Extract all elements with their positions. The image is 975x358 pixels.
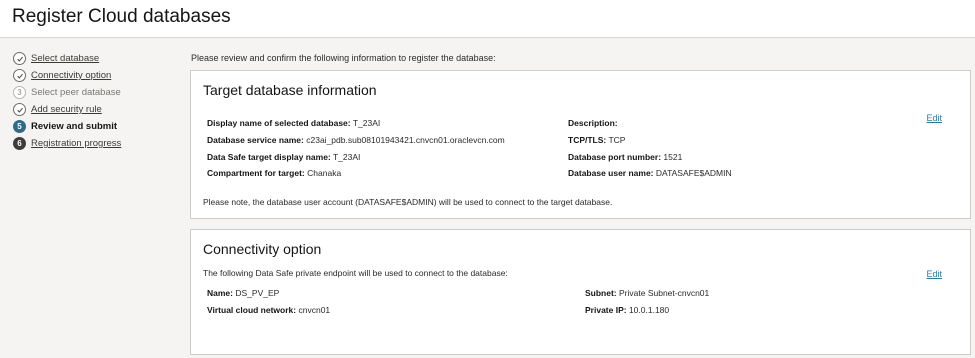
card-title: Connectivity option <box>203 241 322 257</box>
field-value: T_23AI <box>332 152 361 162</box>
step-label[interactable]: Registration progress <box>31 138 121 149</box>
field-label: TCP/TLS: <box>568 135 607 145</box>
field-value: T_23AI <box>352 118 381 128</box>
field-display-name: Display name of selected database: T_23A… <box>207 118 380 128</box>
field-label: Name: <box>207 288 233 298</box>
field-value: 1521 <box>663 152 683 162</box>
field-label: Database port number: <box>568 152 662 162</box>
field-vcn: Virtual cloud network: cnvcn01 <box>207 305 330 315</box>
field-label: Description: <box>568 118 618 128</box>
field-label: Display name of selected database: <box>207 118 351 128</box>
field-value: cnvcn01 <box>298 305 331 315</box>
field-port: Database port number: 1521 <box>568 152 682 162</box>
step-add-security-rule[interactable]: Add security rule <box>13 102 102 117</box>
edit-target-link[interactable]: Edit <box>926 113 942 123</box>
step-label[interactable]: Connectivity option <box>31 70 111 81</box>
step-connectivity-option[interactable]: Connectivity option <box>13 68 111 83</box>
card-title: Target database information <box>203 82 377 98</box>
field-service-name: Database service name: c23ai_pdb.sub0810… <box>207 135 505 145</box>
field-value: Chanaka <box>307 168 342 178</box>
step-label: Review and submit <box>31 121 118 132</box>
check-icon <box>13 103 26 116</box>
field-value: 10.0.1.180 <box>628 305 670 315</box>
step-label: Select peer database <box>31 87 121 98</box>
page-header: Register Cloud databases <box>0 0 975 38</box>
field-label: Private IP: <box>585 305 627 315</box>
target-database-card: Target database information Edit Display… <box>190 70 971 219</box>
check-icon <box>13 69 26 82</box>
field-label: Data Safe target display name: <box>207 152 331 162</box>
field-compartment: Compartment for target: Chanaka <box>207 168 341 178</box>
user-account-note: Please note, the database user account (… <box>203 197 613 207</box>
field-value: DATASAFE$ADMIN <box>655 168 732 178</box>
step-number-badge: 6 <box>13 137 26 150</box>
step-number-badge: 5 <box>13 120 26 133</box>
connectivity-option-card: Connectivity option Edit The following D… <box>190 229 971 355</box>
step-review-and-submit: 5 Review and submit <box>13 119 117 134</box>
field-value: c23ai_pdb.sub08101943421.cnvcn01.oraclev… <box>306 135 505 145</box>
field-label: Subnet: <box>585 288 617 298</box>
field-label: Database user name: <box>568 168 654 178</box>
field-private-ip: Private IP: 10.0.1.180 <box>585 305 669 315</box>
step-label[interactable]: Add security rule <box>31 104 102 115</box>
field-value: DS_PV_EP <box>235 288 280 298</box>
field-label: Compartment for target: <box>207 168 305 178</box>
field-ds-display-name: Data Safe target display name: T_23AI <box>207 152 360 162</box>
edit-connectivity-link[interactable]: Edit <box>926 269 942 279</box>
field-value: TCP <box>608 135 626 145</box>
step-select-database[interactable]: Select database <box>13 51 99 66</box>
endpoint-note: The following Data Safe private endpoint… <box>203 268 508 278</box>
check-icon <box>13 52 26 65</box>
step-registration-progress[interactable]: 6 Registration progress <box>13 136 121 151</box>
page-title: Register Cloud databases <box>12 6 231 27</box>
field-endpoint-name: Name: DS_PV_EP <box>207 288 279 298</box>
intro-text: Please review and confirm the following … <box>191 53 496 63</box>
step-label[interactable]: Select database <box>31 53 99 64</box>
field-subnet: Subnet: Private Subnet-cnvcn01 <box>585 288 709 298</box>
field-value: Private Subnet-cnvcn01 <box>619 288 710 298</box>
step-number-badge: 3 <box>13 86 26 99</box>
field-tcp-tls: TCP/TLS: TCP <box>568 135 625 145</box>
field-label: Virtual cloud network: <box>207 305 297 315</box>
step-select-peer-database: 3 Select peer database <box>13 85 121 100</box>
field-user-name: Database user name: DATASAFE$ADMIN <box>568 168 732 178</box>
field-label: Database service name: <box>207 135 304 145</box>
field-description: Description: <box>568 118 618 128</box>
